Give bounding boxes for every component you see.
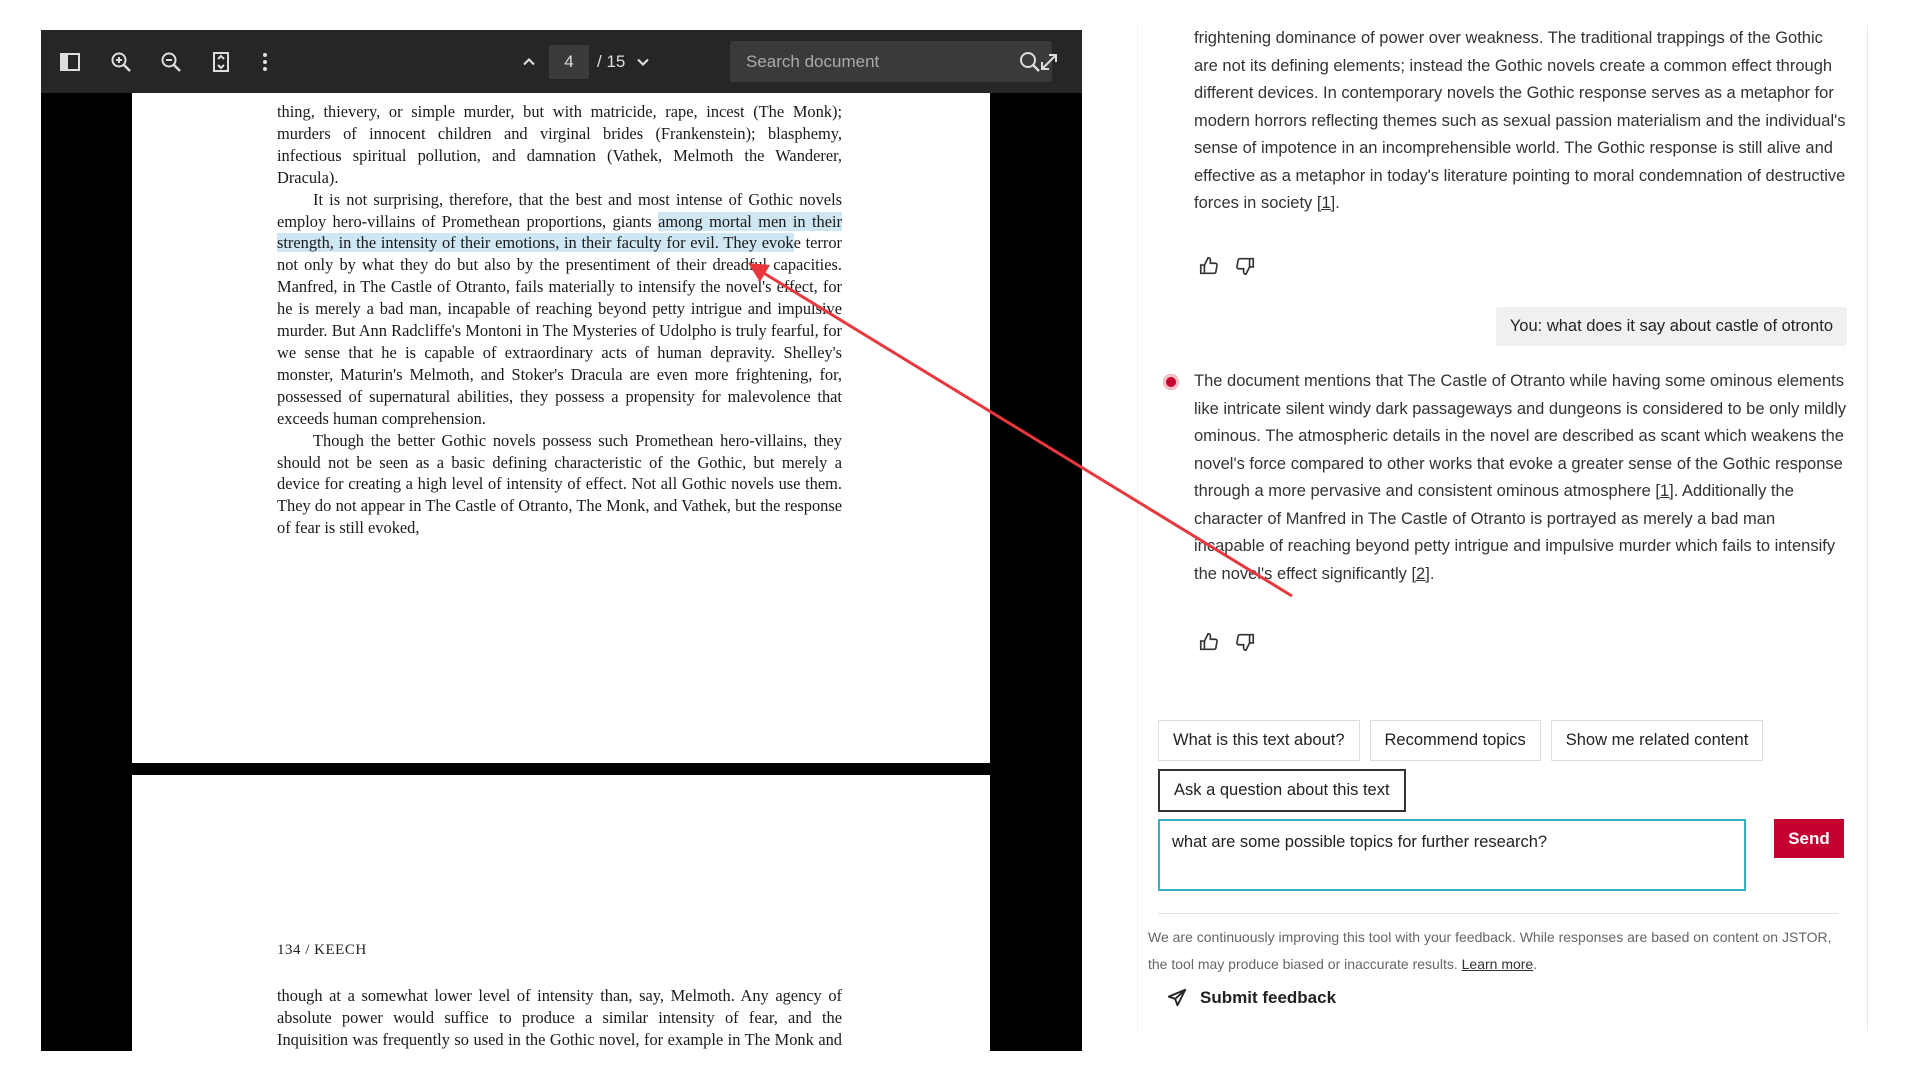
chip-what-is-this-text-about[interactable]: What is this text about? — [1158, 720, 1360, 761]
submit-feedback-label: Submit feedback — [1200, 988, 1337, 1007]
message-feedback — [1198, 255, 1256, 282]
fit-page-icon[interactable] — [205, 46, 237, 78]
learn-more-link[interactable]: Learn more — [1462, 956, 1534, 972]
pdf-page: thing, thievery, or simple murder, but w… — [132, 93, 990, 763]
page-navigation: / 15 — [519, 44, 653, 80]
fullscreen-icon[interactable] — [1033, 46, 1065, 78]
assistant-message: frightening dominance of power over weak… — [1194, 29, 1846, 212]
user-message: You: what does it say about castle of ot… — [1495, 307, 1847, 346]
viewer-toolbar: / 15 — [41, 30, 1082, 93]
thumbs-up-icon[interactable] — [1198, 631, 1220, 658]
paragraph: Though the better Gothic novels possess … — [277, 430, 842, 538]
page-up-icon[interactable] — [519, 52, 539, 72]
citation-link[interactable]: [1] — [1317, 194, 1335, 212]
search-box — [730, 41, 1052, 82]
send-plane-icon — [1167, 988, 1187, 1007]
page-number-input[interactable] — [549, 45, 589, 79]
citation-link[interactable]: [1] — [1655, 482, 1673, 500]
paragraph: though at a somewhat lower level of inte… — [277, 986, 842, 1049]
search-input[interactable] — [730, 50, 1018, 73]
pdf-page: 134 / KEECH though at a somewhat lower l… — [132, 775, 990, 1051]
message-feedback — [1198, 631, 1256, 658]
ask-question-button[interactable]: Ask a question about this text — [1158, 769, 1406, 812]
thumbs-up-icon[interactable] — [1198, 255, 1220, 282]
paragraph: thing, thievery, or simple murder, but w… — [277, 102, 842, 187]
paragraph: It is not surprising, therefore, that th… — [277, 189, 843, 428]
page-body-text: thing, thievery, or simple murder, but w… — [277, 101, 843, 539]
send-button[interactable]: Send — [1774, 819, 1844, 858]
chip-recommend-topics[interactable]: Recommend topics — [1369, 720, 1541, 761]
chip-show-related-content[interactable]: Show me related content — [1550, 720, 1764, 761]
suggestion-chips: What is this text about? Recommend topic… — [1158, 720, 1764, 761]
ai-chat-panel: frightening dominance of power over weak… — [1137, 25, 1868, 1031]
running-head: 134 / KEECH — [277, 942, 367, 958]
page-separator — [132, 763, 990, 775]
thumbs-down-icon[interactable] — [1234, 631, 1256, 658]
thumbs-down-icon[interactable] — [1234, 255, 1256, 282]
citation-link[interactable]: [2] — [1411, 565, 1429, 583]
question-input[interactable]: what are some possible topics for furthe… — [1158, 819, 1746, 891]
page-down-icon[interactable] — [633, 52, 653, 72]
page-body-text: though at a somewhat lower level of inte… — [277, 985, 842, 1051]
submit-feedback-button[interactable]: Submit feedback — [1166, 987, 1336, 1009]
page-total: / 15 — [597, 52, 626, 71]
assistant-message: The document mentions that The Castle of… — [1194, 372, 1847, 583]
more-options-icon[interactable] — [249, 46, 281, 78]
zoom-out-icon[interactable] — [155, 46, 187, 78]
sidebar-toggle-icon[interactable] — [54, 46, 86, 78]
divider — [1158, 913, 1838, 914]
disclaimer-text: We are continuously improving this tool … — [1148, 929, 1832, 972]
zoom-in-icon[interactable] — [105, 46, 137, 78]
pdf-viewer: / 15 thing, thievery, or simple murder, … — [41, 30, 1082, 1051]
assistant-avatar-icon — [1163, 374, 1179, 390]
